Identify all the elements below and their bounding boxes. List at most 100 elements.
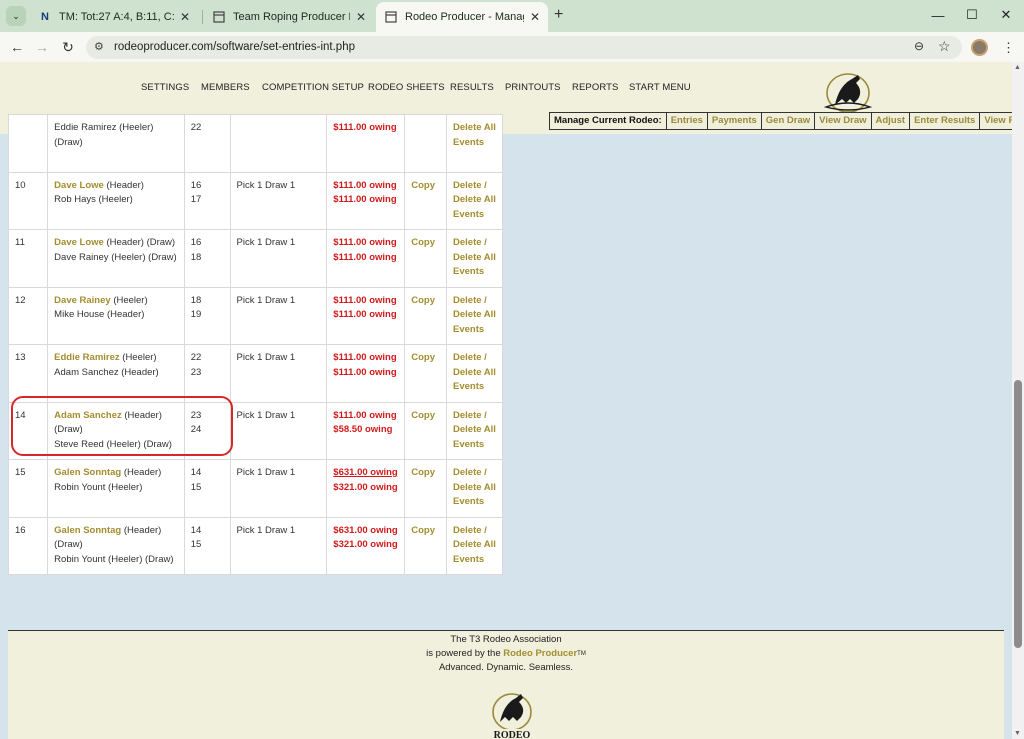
delete-link[interactable]: Delete / xyxy=(453,179,496,194)
nav-rodeo-sheets[interactable]: RODEO SHEETS xyxy=(368,82,445,93)
copy-link[interactable]: Copy xyxy=(411,295,435,306)
manage-link-payments[interactable]: Payments xyxy=(706,113,761,129)
address-bar[interactable]: ⚙ rodeoproducer.com/software/set-entries… xyxy=(86,36,962,59)
entry-number: 13 xyxy=(7,344,49,403)
new-tab-plus-icon[interactable]: + xyxy=(554,6,563,24)
copy-link[interactable]: Copy xyxy=(411,352,435,363)
amount-owing-2[interactable]: $111.00 owing xyxy=(333,366,398,381)
contestant-1-link[interactable]: Dave Rainey xyxy=(54,295,111,306)
manage-link-enter-results[interactable]: Enter Results xyxy=(909,113,979,129)
page-scrollbar[interactable]: ▲ ▼ xyxy=(1012,62,1024,739)
delete-link[interactable]: Events xyxy=(453,438,496,453)
manage-link-entries[interactable]: Entries xyxy=(665,113,707,129)
entry-number-text: 16 xyxy=(15,524,26,536)
amount-owing-2[interactable]: $111.00 owing xyxy=(333,308,398,323)
scroll-down-arrow-icon[interactable]: ▼ xyxy=(1014,730,1021,737)
back-arrow-icon[interactable]: ← xyxy=(8,38,26,56)
delete-link[interactable]: Events xyxy=(453,380,496,395)
close-tab-icon[interactable]: ✕ xyxy=(356,10,366,24)
amount-owing-1[interactable]: $111.00 owing xyxy=(333,294,398,309)
forward-arrow-icon[interactable]: → xyxy=(33,38,51,56)
contestant-1-link[interactable]: Galen Sonntag xyxy=(54,525,121,536)
url-text[interactable]: rodeoproducer.com/software/set-entries-i… xyxy=(114,41,355,53)
delete-link[interactable]: Delete All xyxy=(453,251,496,266)
close-window-icon[interactable]: ✕ xyxy=(986,0,1024,30)
delete-link[interactable]: Delete / xyxy=(453,466,496,481)
copy-link[interactable]: Copy xyxy=(411,410,435,421)
nav-printouts[interactable]: PRINTOUTS xyxy=(505,82,561,93)
bookmark-star-icon[interactable]: ☆ xyxy=(938,38,951,55)
delete-link[interactable]: Events xyxy=(453,136,496,151)
scrollbar-thumb[interactable] xyxy=(1014,380,1022,648)
scroll-up-arrow-icon[interactable]: ▲ xyxy=(1014,64,1021,71)
nav-results[interactable]: RESULTS xyxy=(450,82,494,93)
amount-owing-2[interactable]: $111.00 owing xyxy=(333,251,398,266)
delete-link[interactable]: Events xyxy=(453,208,496,223)
delete-link[interactable]: Events xyxy=(453,265,496,280)
delete-link[interactable]: Events xyxy=(453,323,496,338)
nav-competition-setup[interactable]: COMPETITION SETUP xyxy=(262,82,364,93)
entry-type-cell: Pick 1 Draw 1 xyxy=(229,401,328,460)
amount-owing-2[interactable]: $321.00 owing xyxy=(333,481,398,496)
amount-owing-1[interactable]: $111.00 owing xyxy=(333,409,398,424)
amount-owing-1[interactable]: $111.00 owing xyxy=(333,236,398,251)
amount-owing-2[interactable]: $58.50 owing xyxy=(333,423,398,438)
close-tab-icon[interactable]: ✕ xyxy=(530,10,540,24)
copy-link[interactable]: Copy xyxy=(411,180,435,191)
delete-link[interactable]: Events xyxy=(453,495,496,510)
manage-link-view-draw[interactable]: View Draw xyxy=(814,113,870,129)
contestant-2-name: Robin Yount (Heeler) xyxy=(54,481,143,493)
nav-settings[interactable]: SETTINGS xyxy=(141,82,189,93)
zoom-icon[interactable]: ⊖ xyxy=(914,39,924,53)
copy-link[interactable]: Copy xyxy=(411,237,435,248)
contestant-1-link[interactable]: Eddie Ramirez xyxy=(54,352,119,363)
browser-menu-icon[interactable]: ⋮ xyxy=(1002,40,1015,56)
delete-link[interactable]: Delete / xyxy=(453,524,496,539)
tab-title: TM: Tot:27 A:4, B:11, C:9, D:1, E: xyxy=(59,11,174,23)
entry-type-cell: Pick 1 Draw 1 xyxy=(229,229,328,288)
footer-brand-link[interactable]: Rodeo Producer xyxy=(503,648,577,659)
delete-link[interactable]: Delete / xyxy=(453,236,496,251)
copy-link[interactable]: Copy xyxy=(411,525,435,536)
delete-link[interactable]: Delete / xyxy=(453,294,496,309)
amount-owing-1[interactable]: $111.00 owing xyxy=(333,351,398,366)
manage-link-adjust[interactable]: Adjust xyxy=(870,113,910,129)
close-tab-icon[interactable]: ✕ xyxy=(180,10,190,24)
amount-owing-1[interactable]: $631.00 owing xyxy=(333,524,398,539)
table-row: 12 Dave Rainey (Heeler) Mike House (Header… xyxy=(7,286,503,345)
copy-link[interactable]: Copy xyxy=(411,467,435,478)
amount-owing-1[interactable]: $111.00 owing xyxy=(333,179,398,194)
delete-link[interactable]: Delete All xyxy=(453,308,496,323)
reload-icon[interactable]: ↻ xyxy=(59,38,77,56)
tab-search-chevron-icon[interactable]: ⌄ xyxy=(6,6,26,26)
delete-link[interactable]: Delete / xyxy=(453,409,496,424)
contestant-1-link[interactable]: Dave Lowe xyxy=(54,180,104,191)
delete-link[interactable]: Delete All xyxy=(453,366,496,381)
contestant-1-link[interactable]: Adam Sanchez xyxy=(54,410,122,421)
contestant-1-link[interactable]: Galen Sonntag xyxy=(54,467,121,478)
profile-avatar[interactable] xyxy=(971,39,988,56)
delete-link[interactable]: Delete All xyxy=(453,121,496,136)
delete-link[interactable]: Delete All xyxy=(453,423,496,438)
delete-link[interactable]: Delete All xyxy=(453,481,496,496)
nav-members[interactable]: MEMBERS xyxy=(201,82,250,93)
back-number-cell: 16 18 xyxy=(183,229,231,288)
delete-link[interactable]: Delete All xyxy=(453,193,496,208)
browser-tab-2[interactable]: Team Roping Producer Managi ✕ xyxy=(204,4,374,30)
browser-tab-3-active[interactable]: Rodeo Producer - Manage Rode ✕ xyxy=(376,2,548,32)
browser-tab-1[interactable]: N TM: Tot:27 A:4, B:11, C:9, D:1, E: ✕ xyxy=(30,4,198,30)
contestant-1-link[interactable]: Dave Lowe xyxy=(54,237,104,248)
delete-cell: Delete / Delete All Events xyxy=(446,344,503,403)
delete-link[interactable]: Events xyxy=(453,553,496,568)
amount-owing-2[interactable]: $321.00 owing xyxy=(333,538,398,553)
nav-reports[interactable]: REPORTS xyxy=(572,82,618,93)
amount-owing-1[interactable]: $631.00 owing xyxy=(333,466,398,481)
delete-link[interactable]: Delete / xyxy=(453,351,496,366)
rodeo-producer-logo[interactable] xyxy=(820,69,876,115)
amount-owing-1[interactable]: $111.00 owing xyxy=(333,121,398,136)
amount-owing-2[interactable]: $111.00 owing xyxy=(333,193,398,208)
nav-start-menu[interactable]: START MENU xyxy=(629,82,691,93)
site-info-icon[interactable]: ⚙ xyxy=(94,40,104,53)
delete-link[interactable]: Delete All xyxy=(453,538,496,553)
manage-link-gen-draw[interactable]: Gen Draw xyxy=(760,113,814,129)
